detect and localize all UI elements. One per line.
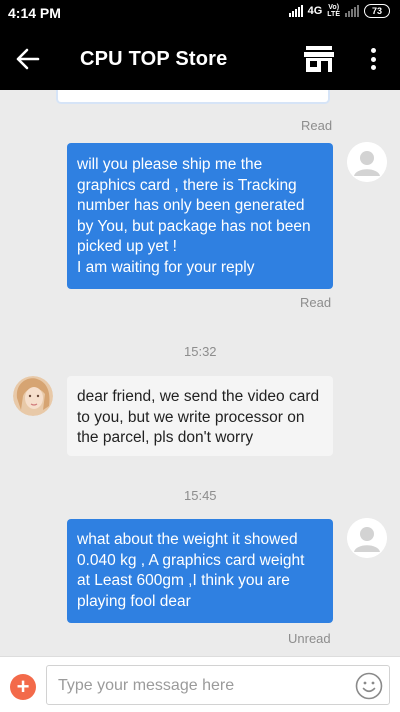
back-arrow-icon[interactable]: [14, 46, 42, 72]
user-avatar[interactable]: [347, 142, 387, 182]
status-bar: 4:14 PM 4G Vo) LTE 73: [0, 0, 400, 28]
storefront-icon[interactable]: [302, 44, 336, 74]
message-line: to you, but we write processor on: [77, 408, 305, 426]
message-status: Unread: [288, 631, 331, 646]
message-status: Read: [300, 295, 332, 310]
message-line: the parcel, pls don't worry: [77, 429, 254, 446]
message-status: Read: [301, 118, 333, 133]
signal-icon: [288, 5, 303, 17]
plus-icon[interactable]: +: [10, 674, 36, 700]
volte-indicator: Vo) LTE: [327, 4, 340, 18]
message-input-bar: + Type your message here: [0, 656, 400, 712]
seller-avatar[interactable]: [13, 376, 53, 416]
message-input-placeholder: Type your message here: [58, 677, 235, 694]
outgoing-message-bubble[interactable]: will you please ship me the graphics car…: [67, 143, 333, 289]
message-line: by You, but package has not been: [77, 217, 311, 235]
message-line: playing fool dear: [77, 592, 191, 610]
chat-thread: Read will you please ship me the graphic…: [0, 90, 400, 656]
message-line: will you please ship me the: [77, 156, 263, 173]
signal-icon-secondary: [345, 5, 359, 17]
message-line: 0.040 kg , A graphics card weight: [77, 551, 305, 569]
page-title: CPU TOP Store: [80, 48, 228, 70]
incoming-message-bubble[interactable]: dear friend, we send the video card to y…: [67, 376, 333, 456]
message-line: what about the weight it showed: [77, 531, 298, 548]
network-type: 4G: [307, 5, 323, 17]
status-time: 4:14 PM: [8, 5, 61, 21]
status-icons: 4G Vo) LTE 73: [288, 4, 390, 18]
message-line: at Least 600gm ,I think you are: [77, 572, 290, 589]
message-input[interactable]: Type your message here: [46, 665, 390, 705]
message-line: I am waiting for your reply: [77, 258, 255, 276]
app-bar: CPU TOP Store: [0, 28, 400, 90]
message-line: picked up yet !: [77, 238, 177, 255]
emoji-icon[interactable]: [355, 672, 383, 700]
battery-level: 73: [371, 6, 382, 16]
previous-message-card[interactable]: [56, 90, 330, 104]
message-line: graphics card , there is Tracking: [77, 176, 297, 194]
message-line: dear friend, we send the video card: [77, 388, 320, 405]
timestamp: 15:45: [184, 488, 217, 503]
timestamp: 15:32: [184, 344, 217, 359]
battery-icon: 73: [364, 4, 390, 18]
message-line: number has only been generated: [77, 197, 305, 214]
user-avatar[interactable]: [347, 518, 387, 558]
more-vert-icon[interactable]: [363, 46, 383, 72]
outgoing-message-bubble[interactable]: what about the weight it showed 0.040 kg…: [67, 519, 333, 623]
